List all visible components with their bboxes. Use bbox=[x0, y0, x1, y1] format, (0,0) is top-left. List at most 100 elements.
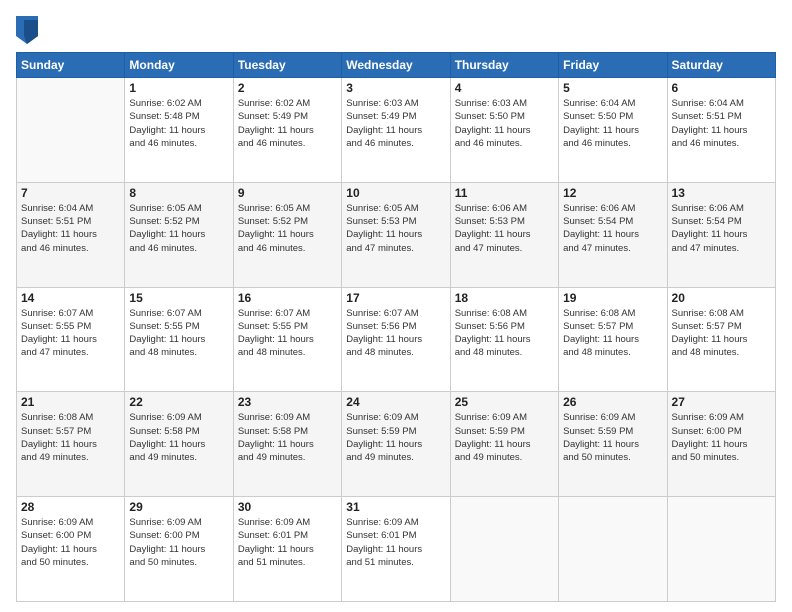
day-number: 15 bbox=[129, 291, 228, 305]
day-info: Sunrise: 6:08 AM Sunset: 5:57 PM Dayligh… bbox=[563, 307, 662, 360]
day-info: Sunrise: 6:09 AM Sunset: 6:00 PM Dayligh… bbox=[672, 411, 771, 464]
day-number: 9 bbox=[238, 186, 337, 200]
column-header-saturday: Saturday bbox=[667, 53, 775, 78]
calendar-cell: 24 Sunrise: 6:09 AM Sunset: 5:59 PM Dayli… bbox=[342, 392, 450, 497]
day-number: 29 bbox=[129, 500, 228, 514]
calendar-cell: 31 Sunrise: 6:09 AM Sunset: 6:01 PM Dayli… bbox=[342, 497, 450, 602]
header bbox=[16, 16, 776, 44]
day-info: Sunrise: 6:06 AM Sunset: 5:53 PM Dayligh… bbox=[455, 202, 554, 255]
day-number: 16 bbox=[238, 291, 337, 305]
calendar-cell: 10Sunrise: 6:05 AM Sunset: 5:53 PM Dayli… bbox=[342, 182, 450, 287]
column-header-sunday: Sunday bbox=[17, 53, 125, 78]
week-row-1: 1 Sunrise: 6:02 AM Sunset: 5:48 PM Daylig… bbox=[17, 78, 776, 183]
day-number: 11 bbox=[455, 186, 554, 200]
day-info: Sunrise: 6:04 AM Sunset: 5:51 PM Dayligh… bbox=[21, 202, 120, 255]
week-row-2: 7 Sunrise: 6:04 AM Sunset: 5:51 PM Daylig… bbox=[17, 182, 776, 287]
day-info: Sunrise: 6:09 AM Sunset: 5:59 PM Dayligh… bbox=[563, 411, 662, 464]
calendar-cell: 12 Sunrise: 6:06 AM Sunset: 5:54 PM Dayli… bbox=[559, 182, 667, 287]
calendar-cell: 5 Sunrise: 6:04 AM Sunset: 5:50 PM Daylig… bbox=[559, 78, 667, 183]
calendar-cell: 6Sunrise: 6:04 AM Sunset: 5:51 PM Daylig… bbox=[667, 78, 775, 183]
day-number: 30 bbox=[238, 500, 337, 514]
day-info: Sunrise: 6:02 AM Sunset: 5:48 PM Dayligh… bbox=[129, 97, 228, 150]
day-info: Sunrise: 6:05 AM Sunset: 5:52 PM Dayligh… bbox=[238, 202, 337, 255]
day-number: 20 bbox=[672, 291, 771, 305]
calendar-cell: 23 Sunrise: 6:09 AM Sunset: 5:58 PM Dayli… bbox=[233, 392, 341, 497]
day-number: 2 bbox=[238, 81, 337, 95]
day-number: 4 bbox=[455, 81, 554, 95]
calendar: SundayMondayTuesdayWednesdayThursdayFrid… bbox=[16, 52, 776, 602]
day-number: 18 bbox=[455, 291, 554, 305]
day-info: Sunrise: 6:07 AM Sunset: 5:55 PM Dayligh… bbox=[21, 307, 120, 360]
calendar-cell: 9 Sunrise: 6:05 AM Sunset: 5:52 PM Daylig… bbox=[233, 182, 341, 287]
column-header-monday: Monday bbox=[125, 53, 233, 78]
calendar-cell: 22Sunrise: 6:09 AM Sunset: 5:58 PM Dayli… bbox=[125, 392, 233, 497]
day-number: 12 bbox=[563, 186, 662, 200]
day-number: 17 bbox=[346, 291, 445, 305]
calendar-cell: 27 Sunrise: 6:09 AM Sunset: 6:00 PM Dayli… bbox=[667, 392, 775, 497]
day-number: 13 bbox=[672, 186, 771, 200]
day-info: Sunrise: 6:07 AM Sunset: 5:55 PM Dayligh… bbox=[129, 307, 228, 360]
calendar-cell: 26 Sunrise: 6:09 AM Sunset: 5:59 PM Dayli… bbox=[559, 392, 667, 497]
day-number: 5 bbox=[563, 81, 662, 95]
week-row-3: 14 Sunrise: 6:07 AM Sunset: 5:55 PM Dayli… bbox=[17, 287, 776, 392]
calendar-cell: 2 Sunrise: 6:02 AM Sunset: 5:49 PM Daylig… bbox=[233, 78, 341, 183]
column-header-wednesday: Wednesday bbox=[342, 53, 450, 78]
calendar-cell bbox=[667, 497, 775, 602]
calendar-cell: 15 Sunrise: 6:07 AM Sunset: 5:55 PM Dayli… bbox=[125, 287, 233, 392]
day-info: Sunrise: 6:09 AM Sunset: 5:59 PM Dayligh… bbox=[346, 411, 445, 464]
day-number: 24 bbox=[346, 395, 445, 409]
day-info: Sunrise: 6:09 AM Sunset: 6:01 PM Dayligh… bbox=[238, 516, 337, 569]
day-info: Sunrise: 6:09 AM Sunset: 5:59 PM Dayligh… bbox=[455, 411, 554, 464]
day-info: Sunrise: 6:09 AM Sunset: 6:00 PM Dayligh… bbox=[21, 516, 120, 569]
logo-icon bbox=[16, 16, 38, 44]
day-number: 27 bbox=[672, 395, 771, 409]
day-info: Sunrise: 6:06 AM Sunset: 5:54 PM Dayligh… bbox=[672, 202, 771, 255]
day-number: 7 bbox=[21, 186, 120, 200]
day-info: Sunrise: 6:06 AM Sunset: 5:54 PM Dayligh… bbox=[563, 202, 662, 255]
day-number: 8 bbox=[129, 186, 228, 200]
header-row: SundayMondayTuesdayWednesdayThursdayFrid… bbox=[17, 53, 776, 78]
calendar-cell: 14 Sunrise: 6:07 AM Sunset: 5:55 PM Dayli… bbox=[17, 287, 125, 392]
calendar-cell: 25Sunrise: 6:09 AM Sunset: 5:59 PM Dayli… bbox=[450, 392, 558, 497]
calendar-cell: 18 Sunrise: 6:08 AM Sunset: 5:56 PM Dayli… bbox=[450, 287, 558, 392]
day-info: Sunrise: 6:02 AM Sunset: 5:49 PM Dayligh… bbox=[238, 97, 337, 150]
day-info: Sunrise: 6:04 AM Sunset: 5:50 PM Dayligh… bbox=[563, 97, 662, 150]
day-info: Sunrise: 6:08 AM Sunset: 5:56 PM Dayligh… bbox=[455, 307, 554, 360]
calendar-cell: 16 Sunrise: 6:07 AM Sunset: 5:55 PM Dayli… bbox=[233, 287, 341, 392]
calendar-cell bbox=[17, 78, 125, 183]
calendar-cell: 7 Sunrise: 6:04 AM Sunset: 5:51 PM Daylig… bbox=[17, 182, 125, 287]
calendar-cell: 13 Sunrise: 6:06 AM Sunset: 5:54 PM Dayli… bbox=[667, 182, 775, 287]
day-number: 31 bbox=[346, 500, 445, 514]
day-number: 14 bbox=[21, 291, 120, 305]
calendar-cell bbox=[450, 497, 558, 602]
day-number: 1 bbox=[129, 81, 228, 95]
day-number: 19 bbox=[563, 291, 662, 305]
day-info: Sunrise: 6:09 AM Sunset: 5:58 PM Dayligh… bbox=[238, 411, 337, 464]
column-header-friday: Friday bbox=[559, 53, 667, 78]
column-header-tuesday: Tuesday bbox=[233, 53, 341, 78]
day-info: Sunrise: 6:03 AM Sunset: 5:49 PM Dayligh… bbox=[346, 97, 445, 150]
week-row-5: 28 Sunrise: 6:09 AM Sunset: 6:00 PM Dayli… bbox=[17, 497, 776, 602]
day-info: Sunrise: 6:07 AM Sunset: 5:55 PM Dayligh… bbox=[238, 307, 337, 360]
day-number: 26 bbox=[563, 395, 662, 409]
day-number: 10 bbox=[346, 186, 445, 200]
day-number: 22 bbox=[129, 395, 228, 409]
day-info: Sunrise: 6:05 AM Sunset: 5:52 PM Dayligh… bbox=[129, 202, 228, 255]
week-row-4: 21Sunrise: 6:08 AM Sunset: 5:57 PM Dayli… bbox=[17, 392, 776, 497]
calendar-cell: 3 Sunrise: 6:03 AM Sunset: 5:49 PM Daylig… bbox=[342, 78, 450, 183]
day-info: Sunrise: 6:09 AM Sunset: 6:01 PM Dayligh… bbox=[346, 516, 445, 569]
calendar-cell: 17 Sunrise: 6:07 AM Sunset: 5:56 PM Dayli… bbox=[342, 287, 450, 392]
day-number: 3 bbox=[346, 81, 445, 95]
day-number: 28 bbox=[21, 500, 120, 514]
day-info: Sunrise: 6:08 AM Sunset: 5:57 PM Dayligh… bbox=[672, 307, 771, 360]
calendar-cell: 29 Sunrise: 6:09 AM Sunset: 6:00 PM Dayli… bbox=[125, 497, 233, 602]
day-number: 21 bbox=[21, 395, 120, 409]
day-number: 23 bbox=[238, 395, 337, 409]
calendar-cell: 20 Sunrise: 6:08 AM Sunset: 5:57 PM Dayli… bbox=[667, 287, 775, 392]
day-info: Sunrise: 6:04 AM Sunset: 5:51 PM Dayligh… bbox=[672, 97, 771, 150]
day-info: Sunrise: 6:09 AM Sunset: 6:00 PM Dayligh… bbox=[129, 516, 228, 569]
calendar-cell: 1 Sunrise: 6:02 AM Sunset: 5:48 PM Daylig… bbox=[125, 78, 233, 183]
calendar-cell: 11 Sunrise: 6:06 AM Sunset: 5:53 PM Dayli… bbox=[450, 182, 558, 287]
day-info: Sunrise: 6:07 AM Sunset: 5:56 PM Dayligh… bbox=[346, 307, 445, 360]
calendar-cell: 19 Sunrise: 6:08 AM Sunset: 5:57 PM Dayli… bbox=[559, 287, 667, 392]
